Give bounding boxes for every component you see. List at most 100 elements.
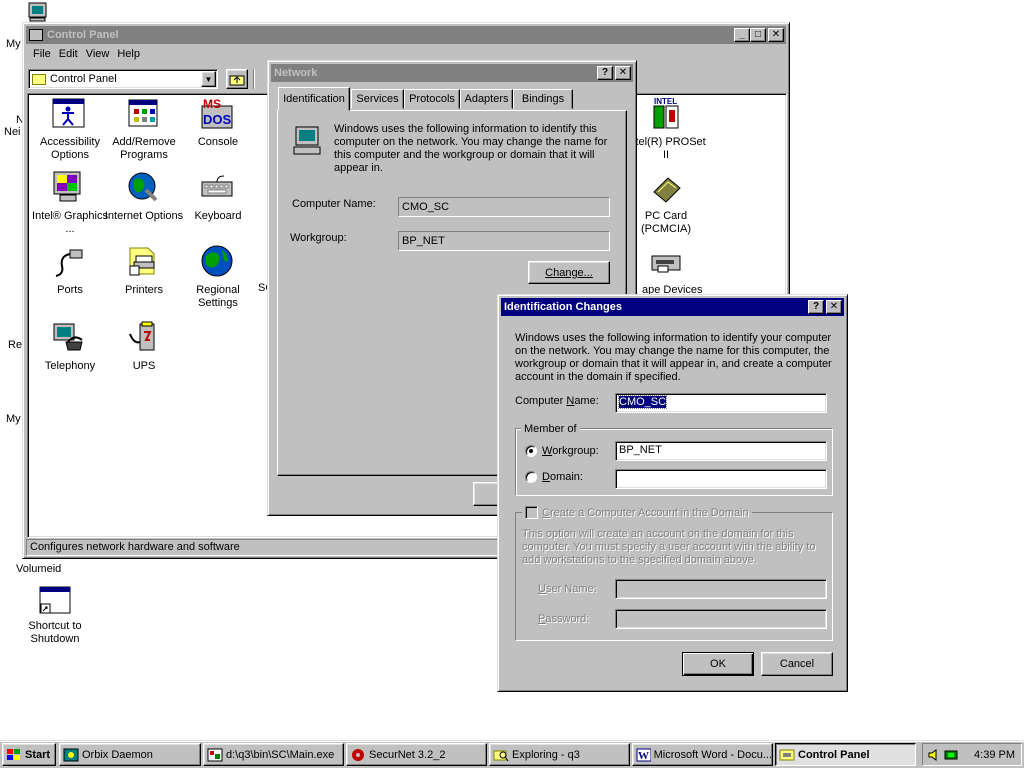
menu-help[interactable]: Help — [115, 46, 146, 64]
ok-button[interactable]: OK — [682, 652, 754, 676]
maximize-button[interactable]: □ — [750, 28, 766, 42]
desktop-icon-label[interactable]: Nei — [4, 126, 21, 138]
workgroup-value: BP_NET — [402, 235, 445, 247]
taskbar-button-exploring[interactable]: Exploring - q3 — [489, 743, 630, 766]
identification-changes-titlebar[interactable]: Identification Changes ? ✕ — [501, 298, 844, 316]
desktop-icon-label[interactable]: Re — [8, 339, 22, 351]
create-account-info: This option will create an account on th… — [522, 528, 816, 566]
console-item[interactable]: MS DOS Console — [176, 96, 260, 166]
tab-bindings[interactable]: Bindings — [513, 89, 573, 109]
regional-settings-icon — [201, 245, 233, 277]
network-computer-icon — [293, 126, 321, 155]
taskbar-button-word[interactable]: W Microsoft Word - Docu... — [632, 743, 773, 766]
taskbar-button-control-panel[interactable]: Control Panel — [775, 743, 916, 766]
menu-edit[interactable]: Edit — [57, 46, 84, 64]
member-of-label: Member of — [521, 423, 580, 435]
label-accel: W — [542, 445, 553, 457]
user-name-input — [615, 579, 827, 599]
close-button[interactable]: ✕ — [826, 300, 842, 314]
folder-icon — [32, 73, 46, 85]
toolbar-separator — [253, 69, 255, 89]
control-panel-titlebar[interactable]: Control Panel _ □ ✕ — [26, 26, 786, 44]
taskbar-button-securnet[interactable]: SecurNet 3.2_2 — [346, 743, 487, 766]
tab-protocols[interactable]: Protocols — [404, 89, 460, 109]
menu-file[interactable]: File — [27, 46, 57, 64]
help-button[interactable]: ? — [597, 66, 613, 80]
add-remove-programs-icon — [128, 99, 158, 127]
intel-graphics-icon — [53, 171, 81, 202]
label-accel: U — [538, 583, 546, 595]
start-button[interactable]: Start — [2, 743, 56, 766]
computer-name-value: CMO_SC — [402, 201, 450, 213]
desktop-icon-label[interactable]: My — [6, 38, 21, 50]
computer-name-input[interactable]: CMO_SC — [615, 393, 827, 413]
create-account-checkbox[interactable] — [525, 506, 538, 519]
printers-item[interactable]: Printers — [102, 244, 186, 314]
label-part: orkgroup: — [552, 445, 599, 457]
item-label: Intel® Graphics ... — [32, 210, 108, 235]
telephony-icon — [53, 323, 83, 351]
domain-radio[interactable] — [525, 471, 537, 483]
close-button[interactable]: ✕ — [615, 66, 631, 80]
desktop-icon-label[interactable]: Volumeid — [16, 563, 61, 575]
workgroup-field: BP_NET — [398, 231, 610, 251]
minimize-button[interactable]: _ — [734, 28, 750, 42]
menu-view[interactable]: View — [84, 46, 116, 64]
internet-options-item[interactable]: Internet Options — [102, 170, 186, 240]
change-button[interactable]: Change... — [528, 261, 610, 284]
network-titlebar[interactable]: Network ? ✕ — [271, 64, 633, 82]
intel-proset-item[interactable]: INTEL Intel(R) PROSet II — [626, 96, 710, 166]
tab-adapters[interactable]: Adapters — [460, 89, 513, 109]
address-combo[interactable]: Control Panel ▼ — [28, 69, 218, 89]
my-computer-icon[interactable] — [27, 2, 49, 22]
accessibility-options-item[interactable]: Accessibility Options — [28, 96, 112, 166]
item-label: Regional Settings — [196, 284, 240, 309]
keyboard-item[interactable]: Keyboard — [176, 170, 260, 240]
svg-text:DOS: DOS — [203, 112, 232, 127]
control-panel-icon — [779, 749, 795, 760]
workgroup-value: BP_NET — [619, 444, 662, 456]
workgroup-input[interactable]: BP_NET — [615, 441, 827, 461]
tab-services[interactable]: Services — [351, 89, 404, 109]
tab-identification[interactable]: Identification — [278, 87, 350, 111]
desktop-icon-label[interactable]: My — [6, 413, 21, 425]
network-tray-icon[interactable] — [944, 748, 958, 762]
cancel-button[interactable]: Cancel — [761, 652, 833, 676]
ok-label: OK — [710, 658, 726, 670]
status-text: Configures network hardware and software — [30, 541, 240, 553]
clock[interactable]: 4:39 PM — [974, 749, 1015, 761]
ports-item[interactable]: Ports — [28, 244, 112, 314]
regional-settings-item[interactable]: Regional Settings — [176, 244, 260, 314]
workgroup-radio-label[interactable]: Workgroup: — [542, 445, 599, 457]
intel-graphics-item[interactable]: Intel® Graphics ... — [28, 170, 112, 240]
computer-name-value: CMO_SC — [617, 395, 668, 409]
help-button[interactable]: ? — [808, 300, 824, 314]
shutdown-shortcut-icon[interactable] — [38, 585, 72, 617]
domain-radio-label[interactable]: Domain: — [542, 471, 583, 483]
dropdown-button[interactable]: ▼ — [201, 71, 216, 87]
ups-item[interactable]: UPS — [102, 320, 186, 390]
telephony-item[interactable]: Telephony — [28, 320, 112, 390]
create-account-header: Create a Computer Account in the Domain — [522, 506, 752, 519]
computer-name-field: CMO_SC — [398, 197, 610, 217]
workgroup-radio[interactable] — [525, 445, 537, 457]
label-part: Computer — [515, 395, 567, 407]
desktop-icon-label[interactable]: Shortcut to Shutdown — [25, 620, 85, 646]
user-name-label: User Name: — [538, 583, 597, 595]
password-input — [615, 609, 827, 629]
dialog-title: Identification Changes — [504, 301, 622, 313]
domain-input[interactable] — [615, 469, 827, 489]
taskbar-button-orbix[interactable]: Orbix Daemon — [59, 743, 201, 766]
tape-devices-icon — [651, 255, 681, 273]
address-value: Control Panel — [50, 73, 117, 85]
window-title: Control Panel — [47, 29, 119, 41]
close-button[interactable]: ✕ — [768, 28, 784, 42]
speaker-icon[interactable] — [927, 748, 941, 762]
tab-strip: Identification Services Protocols Adapte… — [277, 87, 627, 111]
radio-dot — [529, 449, 533, 453]
add-remove-programs-item[interactable]: Add/Remove Programs — [102, 96, 186, 166]
taskbar-button-main-exe[interactable]: d:\q3\bin\SC\Main.exe — [203, 743, 344, 766]
pc-card-item[interactable]: PC Card (PCMCIA) — [626, 170, 710, 240]
orbix-icon — [63, 748, 79, 761]
up-folder-button[interactable] — [226, 69, 248, 89]
